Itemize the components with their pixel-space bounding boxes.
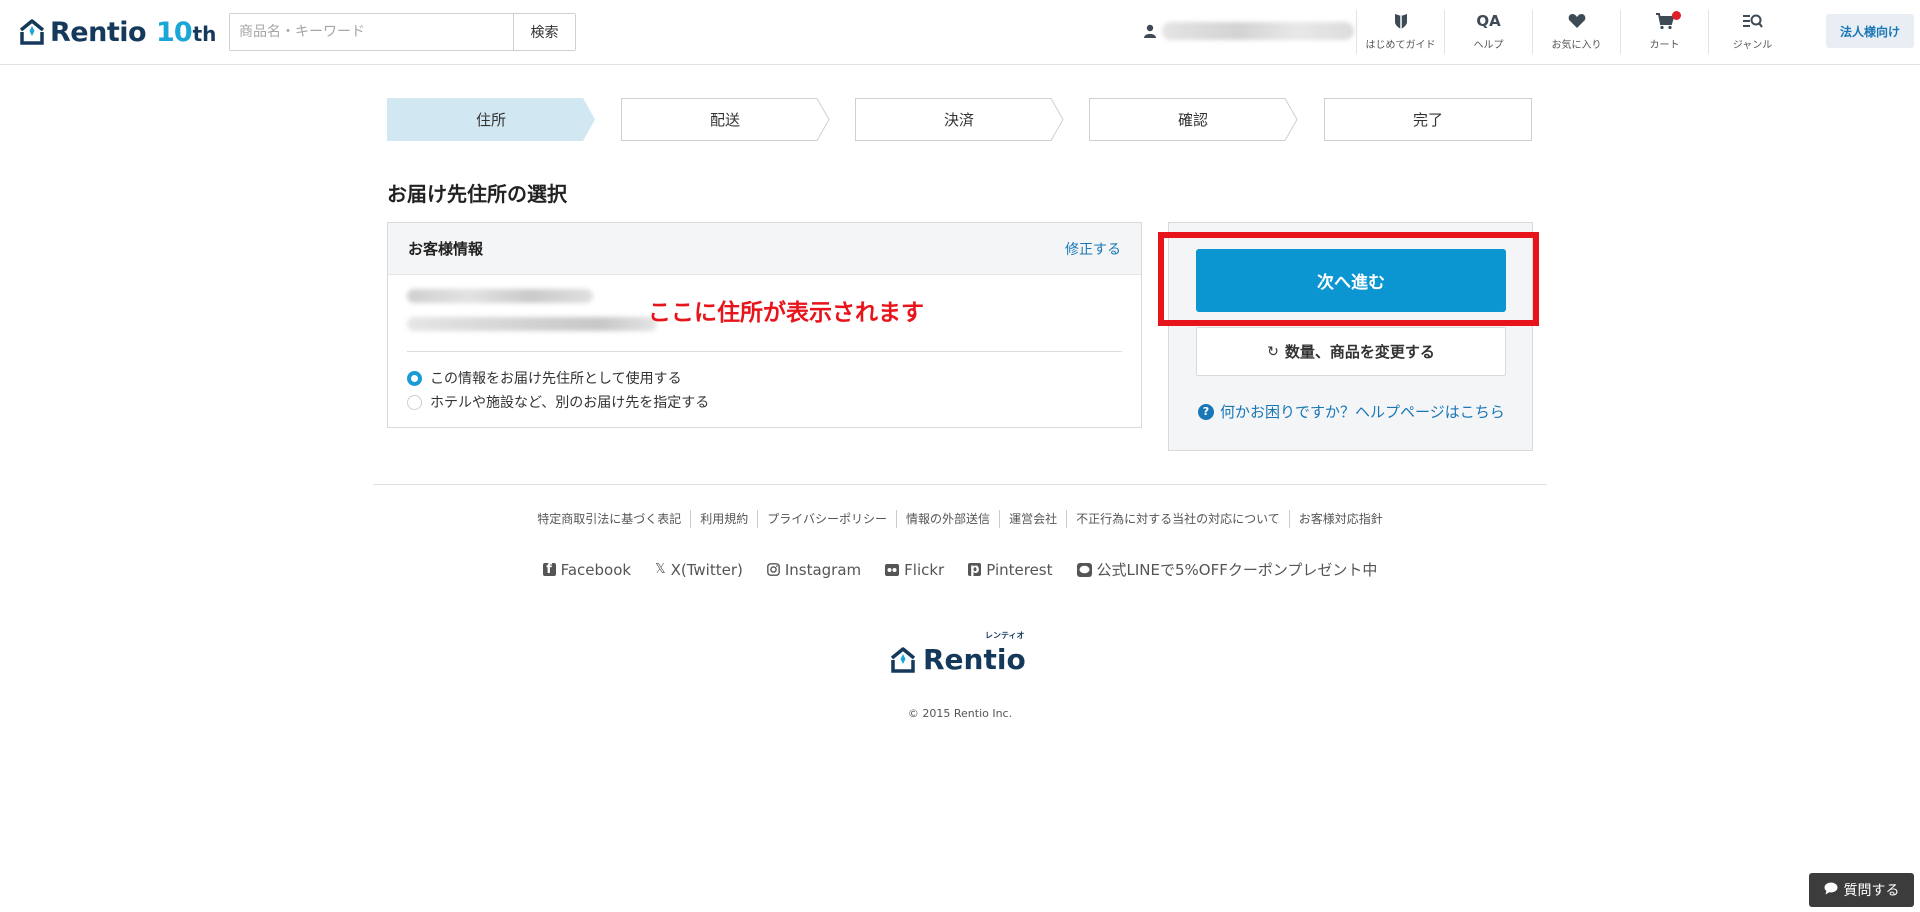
- social-facebook-label: Facebook: [560, 560, 632, 579]
- house-logo-icon: [890, 646, 916, 673]
- social-flickr[interactable]: Flickr: [885, 559, 944, 580]
- social-line[interactable]: 公式LINEで5%OFFクーポンプレゼント中: [1076, 559, 1378, 580]
- shield-icon: [1393, 10, 1409, 32]
- footer-logo[interactable]: Rentio レンティオ: [889, 631, 1026, 676]
- pinterest-icon: p: [968, 562, 982, 577]
- heart-icon: [1568, 10, 1586, 32]
- step-confirm: 確認: [1089, 98, 1298, 141]
- nav-genre[interactable]: ジャンル: [1708, 10, 1796, 54]
- customer-info-header: お客様情報 修正する: [388, 223, 1141, 275]
- checkout-steps: 住所 配送 決済 確認 完了: [387, 98, 1533, 141]
- customer-info-panel: お客様情報 修正する ここに住所が表示されます この情報をお届け先住所として使用…: [387, 222, 1142, 428]
- edit-customer-info-link[interactable]: 修正する: [1065, 239, 1121, 259]
- step-address: 住所: [387, 98, 595, 141]
- genre-search-icon: [1742, 10, 1763, 32]
- refresh-icon: ↻: [1267, 343, 1279, 360]
- flickr-icon: [885, 563, 900, 576]
- footer-link-privacy[interactable]: プライバシーポリシー: [757, 510, 896, 528]
- corporate-button[interactable]: 法人様向け: [1826, 14, 1914, 48]
- address-line-redacted: [407, 289, 593, 303]
- user-icon: [1144, 24, 1156, 38]
- social-links: f Facebook 𝕏 X(Twitter) Instagram Flickr…: [0, 559, 1920, 580]
- option-use-this-address[interactable]: この情報をお届け先住所として使用する: [407, 368, 682, 388]
- footer-link-terms[interactable]: 利用規約: [690, 510, 757, 528]
- social-x[interactable]: 𝕏 X(Twitter): [655, 559, 743, 580]
- footer-link-external-transmission[interactable]: 情報の外部送信: [896, 510, 999, 528]
- nav-favorites-label: お気に入り: [1551, 40, 1602, 51]
- radio-unselected[interactable]: [407, 394, 422, 410]
- step-delivery: 配送: [621, 98, 830, 141]
- nav-help-label: ヘルプ: [1473, 40, 1504, 51]
- social-flickr-label: Flickr: [904, 560, 945, 579]
- highlight-frame: [1158, 232, 1539, 326]
- divider: [407, 351, 1122, 352]
- rentio-10th-logo[interactable]: Rentio 10 th: [18, 12, 216, 52]
- footer-link-fraud-policy[interactable]: 不正行為に対する当社の対応について: [1066, 510, 1289, 528]
- social-line-label: 公式LINEで5%OFFクーポンプレゼント中: [1096, 561, 1378, 579]
- footer-link-customer-policy[interactable]: お客様対応指針: [1288, 510, 1392, 528]
- address-line-redacted: [407, 317, 657, 331]
- footer-link-company[interactable]: 運営会社: [999, 510, 1066, 528]
- footer-logo-wordmark: Rentio: [923, 643, 1026, 676]
- social-facebook[interactable]: f Facebook: [542, 559, 632, 580]
- step-complete: 完了: [1324, 98, 1532, 141]
- nav-favorites[interactable]: お気に入り: [1532, 10, 1620, 54]
- step-address-label: 住所: [475, 111, 506, 129]
- nav-guide-label: はじめてガイド: [1365, 40, 1436, 51]
- footer-divider: [373, 484, 1547, 485]
- social-pinterest[interactable]: p Pinterest: [968, 559, 1053, 580]
- facebook-icon: f: [542, 563, 556, 576]
- cart-notification-dot: [1672, 11, 1681, 20]
- page-title: お届け先住所の選択: [387, 182, 567, 206]
- social-instagram-label: Instagram: [784, 560, 862, 579]
- social-instagram[interactable]: Instagram: [766, 559, 862, 580]
- question-circle-icon: ?: [1198, 403, 1214, 420]
- step-complete-label: 完了: [1412, 111, 1443, 129]
- user-email-redacted: [1162, 22, 1354, 40]
- social-x-label: X(Twitter): [670, 560, 743, 579]
- change-items-label: 数量、商品を変更する: [1284, 343, 1435, 361]
- help-page-link[interactable]: ? 何かお困りですか？ヘルプページはこちら: [1198, 401, 1505, 422]
- search-bar: 検索: [229, 13, 576, 51]
- search-button[interactable]: 検索: [513, 14, 575, 50]
- step-payment-label: 決済: [943, 111, 974, 129]
- chat-ask-label: 質問する: [1843, 883, 1900, 899]
- nav-help[interactable]: QA ヘルプ: [1444, 10, 1532, 54]
- chat-ask-button[interactable]: 質問する: [1809, 873, 1914, 907]
- user-account[interactable]: [1144, 16, 1354, 46]
- step-delivery-label: 配送: [709, 111, 740, 129]
- qa-icon: QA: [1476, 12, 1501, 30]
- nav-cart[interactable]: カート: [1620, 10, 1708, 54]
- customer-info-title: お客様情報: [408, 240, 484, 258]
- footer-link-tokusho[interactable]: 特定商取引法に基づく表記: [528, 510, 690, 528]
- address-annotation: ここに住所が表示されます: [648, 300, 924, 326]
- house-logo-icon: [19, 19, 45, 45]
- nav-genre-label: ジャンル: [1732, 40, 1773, 51]
- option-other-address[interactable]: ホテルや施設など、別のお届け先を指定する: [407, 392, 709, 412]
- step-confirm-label: 確認: [1177, 111, 1208, 129]
- header-nav: はじめてガイド QA ヘルプ お気に入り カート ジャンル: [1356, 10, 1796, 54]
- search-input[interactable]: [230, 14, 513, 50]
- line-icon: [1076, 562, 1092, 577]
- logo-wordmark: Rentio: [50, 16, 147, 48]
- logo-anniversary-suffix: th: [192, 22, 217, 46]
- social-pinterest-label: Pinterest: [986, 560, 1053, 579]
- option-other-address-label: ホテルや施設など、別のお届け先を指定する: [430, 395, 710, 411]
- copyright: © 2015 Rentio Inc.: [907, 707, 1013, 720]
- step-payment: 決済: [855, 98, 1064, 141]
- footer-logo-kana: レンティオ: [985, 631, 1025, 640]
- nav-guide[interactable]: はじめてガイド: [1356, 10, 1444, 54]
- speech-bubble-icon: [1824, 882, 1838, 899]
- logo-anniversary-number: 10: [156, 16, 193, 48]
- help-page-link-label: 何かお困りですか？ヘルプページはこちら: [1220, 403, 1505, 421]
- nav-cart-label: カート: [1649, 40, 1680, 51]
- option-use-this-address-label: この情報をお届け先住所として使用する: [430, 371, 682, 387]
- radio-selected[interactable]: [407, 370, 422, 386]
- x-icon: 𝕏: [655, 562, 666, 577]
- instagram-icon: [766, 563, 780, 576]
- site-header: Rentio 10 th 検索 はじめてガイド QA ヘルプ お気に入り: [0, 0, 1920, 65]
- change-items-button[interactable]: ↻ 数量、商品を変更する: [1196, 327, 1506, 376]
- footer-links: 特定商取引法に基づく表記 利用規約 プライバシーポリシー 情報の外部送信 運営会…: [0, 510, 1920, 528]
